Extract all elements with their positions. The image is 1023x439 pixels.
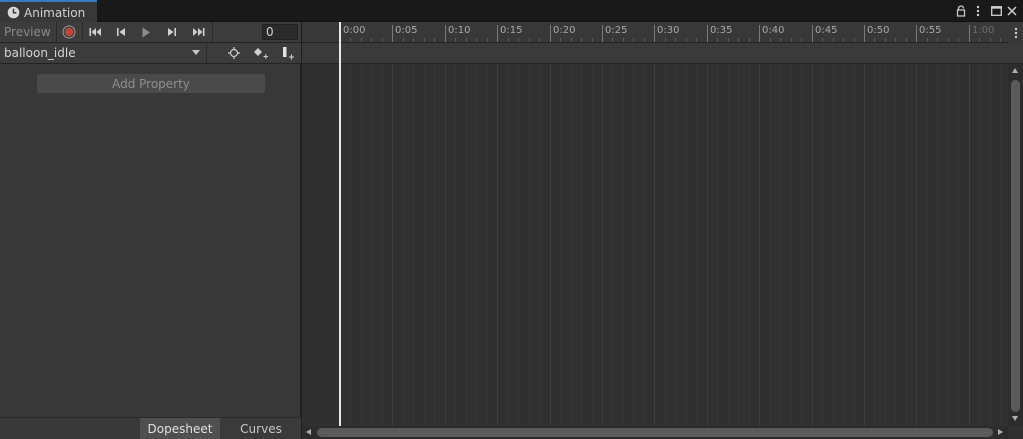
add-keyframe-button[interactable]: [248, 43, 274, 63]
toolbar-divider: [206, 43, 207, 63]
playback-toolbar: Preview 0: [0, 22, 301, 43]
ruler-tick-label: 1:00: [972, 25, 995, 36]
first-keyframe-button[interactable]: [84, 22, 108, 42]
dopesheet-grid[interactable]: [302, 64, 1008, 426]
next-keyframe-button[interactable]: [160, 22, 184, 42]
ruler-tick-label: 0:20: [553, 25, 576, 36]
ruler-tick-label: 0:50: [867, 25, 890, 36]
chevron-down-icon: [192, 50, 200, 55]
clip-dropdown[interactable]: balloon_idle: [0, 43, 206, 63]
vertical-scroll-thumb[interactable]: [1011, 80, 1020, 412]
play-icon: [142, 27, 150, 37]
step-back-icon: [117, 28, 125, 36]
step-forward-icon: [168, 28, 176, 36]
toolbar-divider: [212, 22, 213, 42]
skip-to-end-icon: [193, 28, 205, 36]
toolbar-divider: [56, 22, 57, 42]
tab-curves[interactable]: Curves: [221, 418, 301, 439]
frame-field[interactable]: 0: [262, 24, 298, 40]
ruler-tick-label: 0:35: [710, 25, 733, 36]
filter-by-selection-button[interactable]: [222, 43, 246, 63]
ruler-tick-label: 0:00: [343, 25, 366, 36]
playhead[interactable]: [339, 22, 341, 426]
vertical-scrollbar[interactable]: [1008, 64, 1023, 426]
previous-keyframe-button[interactable]: [109, 22, 133, 42]
scroll-right-icon[interactable]: [998, 429, 1003, 435]
scroll-up-icon[interactable]: [1012, 68, 1018, 73]
event-track[interactable]: [302, 43, 1023, 64]
grid-lines: [340, 64, 1001, 426]
time-ruler[interactable]: 0:00 0:05 0:10 0:15 0:20 0:25 0:30 0:35 0:40 0:45…: [302, 22, 1008, 43]
horizontal-scrollbar[interactable]: [302, 426, 1008, 439]
add-keyframe-icon: [254, 48, 268, 59]
add-event-icon: [283, 47, 294, 60]
record-icon: [62, 25, 76, 39]
clip-name: balloon_idle: [4, 46, 76, 60]
ruler-tick-label: 0:15: [500, 25, 523, 36]
background-title-fragment: · · · · · · · ·: [852, 0, 904, 5]
tab-title: Animation: [24, 5, 86, 20]
ruler-tick-label: 0:10: [448, 25, 471, 36]
timeline-options-button[interactable]: [1008, 22, 1023, 43]
ruler-tick-label: 0:45: [815, 25, 838, 36]
lock-icon[interactable]: [953, 3, 969, 19]
window-tab-bar: Animation · · · · · · · ·: [0, 0, 1023, 23]
clock-icon: [7, 6, 20, 19]
ruler-tick-label: 0:55: [919, 25, 942, 36]
toolbar-divider: [82, 22, 83, 42]
close-icon[interactable]: [1004, 3, 1020, 19]
tab-animation[interactable]: Animation: [0, 0, 97, 23]
view-mode-bar: Dopesheet Curves: [0, 417, 301, 439]
ruler-tick-label: 0:25: [605, 25, 628, 36]
ruler-tick-label: 0:30: [657, 25, 680, 36]
timeline-area[interactable]: 0:00 0:05 0:10 0:15 0:20 0:25 0:30 0:35 0:40 0:45…: [302, 22, 1023, 439]
tab-dopesheet[interactable]: Dopesheet: [140, 418, 220, 439]
add-event-button[interactable]: [276, 43, 300, 63]
add-property-button[interactable]: Add Property: [37, 74, 265, 93]
horizontal-scroll-thumb[interactable]: [317, 428, 993, 437]
play-button[interactable]: [134, 22, 158, 42]
scroll-left-icon[interactable]: [306, 429, 311, 435]
properties-panel: Preview 0 balloon_idle Add Property Dope…: [0, 22, 301, 439]
ruler-tick-label: 0:05: [395, 25, 418, 36]
record-button[interactable]: [58, 22, 80, 42]
last-keyframe-button[interactable]: [186, 22, 210, 42]
preview-toggle[interactable]: Preview: [4, 22, 51, 42]
kebab-menu-icon: [1014, 27, 1017, 38]
maximize-icon[interactable]: [988, 3, 1004, 19]
clip-toolbar: balloon_idle: [0, 43, 301, 64]
scroll-down-icon[interactable]: [1012, 416, 1018, 421]
crosshair-icon: [228, 47, 240, 59]
skip-to-start-icon: [89, 28, 101, 36]
ruler-tick-label: 0:40: [762, 25, 785, 36]
kebab-menu-icon[interactable]: [970, 3, 986, 19]
